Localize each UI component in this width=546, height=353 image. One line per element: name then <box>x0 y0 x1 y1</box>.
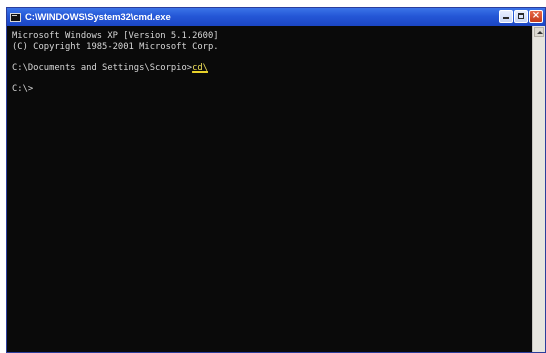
command-line: C:\Documents and Settings\Scorpio>cd\ <box>12 63 529 74</box>
window-title: C:\WINDOWS\System32\cmd.exe <box>25 11 171 23</box>
maximize-icon <box>518 13 524 19</box>
console-output[interactable]: Microsoft Windows XP [Version 5.1.2600] … <box>12 31 529 352</box>
window-controls: × <box>499 10 543 23</box>
title-bar[interactable]: C:\WINDOWS\System32\cmd.exe × <box>7 8 545 26</box>
current-prompt: C:\> <box>12 83 34 94</box>
close-icon: × <box>531 10 541 21</box>
version-line: Microsoft Windows XP [Version 5.1.2600] <box>12 31 219 41</box>
minimize-icon <box>503 17 509 19</box>
cmd-window: C:\WINDOWS\System32\cmd.exe × Microsoft … <box>6 7 546 353</box>
prompt-text: C:\Documents and Settings\Scorpio> <box>12 62 193 73</box>
cmd-app-icon[interactable] <box>10 12 21 22</box>
close-button[interactable]: × <box>529 10 543 23</box>
copyright-line: (C) Copyright 1985-2001 Microsoft Corp. <box>12 41 219 52</box>
scroll-up-arrow-icon[interactable] <box>534 27 544 37</box>
vertical-scrollbar[interactable] <box>532 26 545 352</box>
maximize-button[interactable] <box>514 10 528 23</box>
minimize-button[interactable] <box>499 10 513 23</box>
typed-command: cd\ <box>192 62 208 73</box>
